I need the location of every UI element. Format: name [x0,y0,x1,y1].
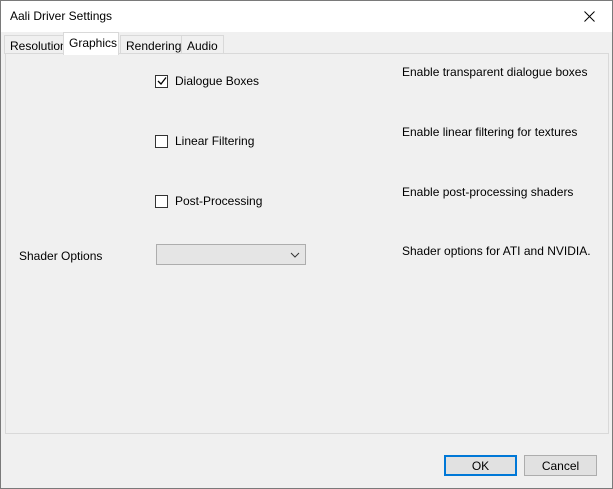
settings-window: Aali Driver Settings Resolution Graphics… [0,0,613,489]
ok-button[interactable]: OK [444,455,517,476]
linear-filtering-description: Enable linear filtering for textures [402,125,578,139]
linear-filtering-option[interactable]: Linear Filtering [155,134,254,148]
cancel-button[interactable]: Cancel [524,455,597,476]
chevron-down-icon [290,252,300,258]
title-bar: Aali Driver Settings [1,1,612,32]
tab-strip: Resolution Graphics Rendering Audio [4,32,608,55]
shader-options-select[interactable] [156,244,306,265]
close-button[interactable] [566,1,612,32]
post-processing-checkbox[interactable] [155,194,168,208]
checkmark-icon [157,77,167,85]
window-title: Aali Driver Settings [10,9,113,23]
post-processing-label: Post-Processing [175,194,263,208]
close-icon [583,11,595,22]
shader-options-label: Shader Options [19,249,103,263]
dialogue-boxes-label: Dialogue Boxes [175,74,260,88]
tab-graphics[interactable]: Graphics [63,32,119,55]
dialogue-boxes-checkbox[interactable] [155,74,168,88]
shader-options-description: Shader options for ATI and NVIDIA. [402,244,591,258]
post-processing-description: Enable post-processing shaders [402,185,574,199]
post-processing-option[interactable]: Post-Processing [155,194,262,208]
button-bar [1,435,612,488]
dialogue-boxes-description: Enable transparent dialogue boxes [402,65,588,79]
linear-filtering-checkbox[interactable] [155,134,168,148]
tab-audio[interactable]: Audio [181,35,224,54]
linear-filtering-label: Linear Filtering [175,134,255,148]
tab-rendering[interactable]: Rendering [120,35,188,54]
dialogue-boxes-option[interactable]: Dialogue Boxes [155,74,259,88]
